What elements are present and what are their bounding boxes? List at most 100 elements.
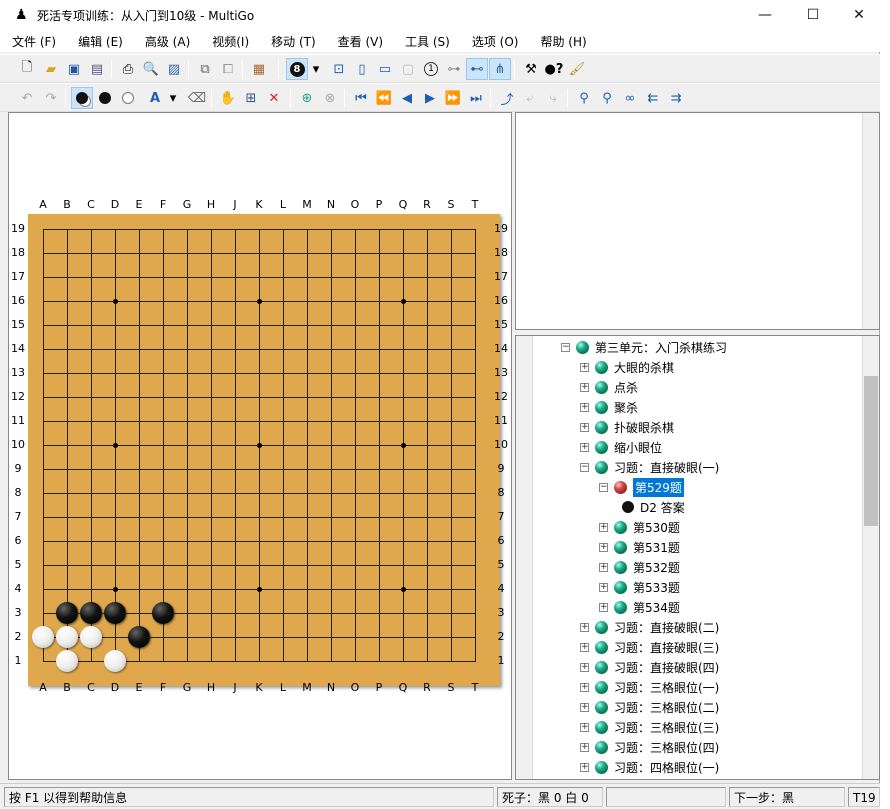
tree-item[interactable]: − 习题：直接破眼(一) <box>580 457 719 477</box>
tree-item[interactable]: + 习题：三格眼位(三) <box>580 717 719 737</box>
board-coords-icon[interactable]: ⊡ <box>328 58 350 80</box>
tree-vertical-icon[interactable]: ⋔ <box>489 58 511 80</box>
find-comment-icon[interactable]: ⚲ <box>573 87 595 109</box>
expand-icon[interactable]: + <box>580 642 589 652</box>
expand-icon[interactable]: + <box>580 762 589 772</box>
expand-icon[interactable]: + <box>580 362 589 372</box>
print-preview-icon[interactable]: 🔍 <box>140 58 162 80</box>
save-as-icon[interactable]: ▤ <box>86 58 108 80</box>
menu-edit[interactable]: 编辑 (E) <box>66 33 133 50</box>
context-help-icon[interactable]: ●? <box>543 58 565 80</box>
open-folder-icon[interactable]: ▰ <box>40 58 62 80</box>
tree-item[interactable]: + 习题：三格眼位(四) <box>580 737 719 757</box>
collapse-icon[interactable]: − <box>561 342 570 352</box>
redo-icon[interactable]: ↷ <box>40 87 62 109</box>
menu-options[interactable]: 选项 (O) <box>460 33 529 50</box>
expand-icon[interactable]: + <box>599 522 608 532</box>
board-vertical-icon[interactable]: ▯ <box>351 58 373 80</box>
black-stone[interactable] <box>104 602 126 624</box>
expand-icon[interactable]: + <box>599 562 608 572</box>
tree-item[interactable]: + 第532题 <box>599 557 680 577</box>
white-stone[interactable] <box>104 650 126 672</box>
black-stone[interactable] <box>128 626 150 648</box>
tree-item[interactable]: + 点杀 <box>580 377 638 397</box>
branch-up-icon[interactable]: ⤴ <box>496 87 518 109</box>
expand-icon[interactable]: + <box>580 662 589 672</box>
tree-item[interactable]: + 缩小眼位 <box>580 437 662 457</box>
minimize-button[interactable]: — <box>742 0 788 30</box>
white-stone[interactable] <box>56 626 78 648</box>
expand-icon[interactable]: + <box>580 722 589 732</box>
menu-tools[interactable]: 工具 (S) <box>393 33 460 50</box>
brush-icon[interactable]: 🖌 <box>566 58 588 80</box>
black-stone[interactable] <box>80 602 102 624</box>
menu-view[interactable]: 查看 (V) <box>326 33 393 50</box>
expand-icon[interactable]: + <box>599 582 608 592</box>
new-file-icon[interactable]: 🗋 <box>16 58 38 80</box>
insert-node-icon[interactable]: ⊞ <box>240 87 262 109</box>
tree-item[interactable]: + 第531题 <box>599 537 680 557</box>
move-number-icon[interactable]: 8 <box>286 58 308 80</box>
undo-icon[interactable]: ↶ <box>16 87 38 109</box>
tree-scrollbar[interactable] <box>862 336 879 779</box>
auto-play-icon[interactable]: ⊕ <box>296 87 318 109</box>
expand-icon[interactable]: + <box>599 602 608 612</box>
tree-item[interactable]: + 聚杀 <box>580 397 638 417</box>
menu-advanced[interactable]: 高级 (A) <box>133 33 200 50</box>
comment-scrollbar[interactable] <box>862 113 879 329</box>
comment-panel[interactable] <box>515 112 880 330</box>
white-stone-icon[interactable] <box>117 87 139 109</box>
black-stone[interactable] <box>56 602 78 624</box>
first-move-icon[interactable]: ⏮ <box>350 87 372 109</box>
expand-icon[interactable]: + <box>580 702 589 712</box>
last-move-icon[interactable]: ⏭ <box>465 87 487 109</box>
expand-icon[interactable]: + <box>580 682 589 692</box>
tree-item[interactable]: + 习题：四格眼位(一) <box>580 757 719 777</box>
board-plain-icon[interactable]: ▢ <box>397 58 419 80</box>
white-stone[interactable] <box>80 626 102 648</box>
expand-icon[interactable]: + <box>580 742 589 752</box>
tree-left-scrollbar[interactable] <box>516 336 533 779</box>
tree-horizontal-icon[interactable]: ⊷ <box>466 58 488 80</box>
search-prev-icon[interactable]: ⇇ <box>642 87 664 109</box>
expand-icon[interactable]: + <box>580 422 589 432</box>
tree-collapsed-icon[interactable]: ⊶ <box>443 58 465 80</box>
delete-icon[interactable]: ✕ <box>263 87 285 109</box>
go-board[interactable] <box>28 214 500 686</box>
eraser-icon[interactable]: ⌫ <box>186 87 208 109</box>
back-ten-icon[interactable]: ⏪ <box>373 87 395 109</box>
tree-item[interactable]: − 第529题 <box>599 477 684 497</box>
expand-icon[interactable]: + <box>580 402 589 412</box>
forward-one-icon[interactable]: ▶ <box>419 87 441 109</box>
tree-item[interactable]: + 大眼的杀棋 <box>580 357 674 377</box>
forward-ten-icon[interactable]: ⏩ <box>442 87 464 109</box>
board-horizontal-icon[interactable]: ▭ <box>374 58 396 80</box>
tree-item[interactable]: + 扑破眼杀棋 <box>580 417 674 437</box>
dropdown-arrow-icon[interactable]: ▾ <box>309 58 323 80</box>
branch-prev-icon[interactable]: ⤶ <box>519 87 541 109</box>
copy-icon[interactable]: ⧉ <box>194 58 216 80</box>
white-stone[interactable] <box>32 626 54 648</box>
expand-icon[interactable]: + <box>580 442 589 452</box>
tree-item[interactable]: + 习题：直接破眼(三) <box>580 637 719 657</box>
label-dropdown-icon[interactable]: ▾ <box>167 87 179 109</box>
white-stone[interactable] <box>56 650 78 672</box>
maximize-button[interactable]: ☐ <box>790 0 836 30</box>
search-next-icon[interactable]: ⇉ <box>665 87 687 109</box>
collapse-icon[interactable]: − <box>599 482 608 492</box>
tools-icon[interactable]: ⚒ <box>520 58 542 80</box>
black-stone-icon[interactable] <box>94 87 116 109</box>
tree-item[interactable]: − 第三单元：入门杀棋练习 <box>561 337 727 357</box>
tree-item[interactable]: + 习题：直接破眼(四) <box>580 657 719 677</box>
game-info-icon[interactable]: ▦ <box>248 58 270 80</box>
close-button[interactable]: ✕ <box>836 0 882 30</box>
hand-icon[interactable]: ✋ <box>217 87 239 109</box>
alternate-stones-icon[interactable] <box>71 87 93 109</box>
tree-item[interactable]: + 习题：三格眼位(二) <box>580 697 719 717</box>
menu-help[interactable]: 帮助 (H) <box>528 33 596 50</box>
tree-item[interactable]: + 第533题 <box>599 577 680 597</box>
tree-item[interactable]: + 第534题 <box>599 597 680 617</box>
tree-item[interactable]: D2 答案 <box>622 497 685 517</box>
label-a-icon[interactable]: A <box>144 87 166 109</box>
tree-item[interactable]: + 习题：直接破眼(二) <box>580 617 719 637</box>
